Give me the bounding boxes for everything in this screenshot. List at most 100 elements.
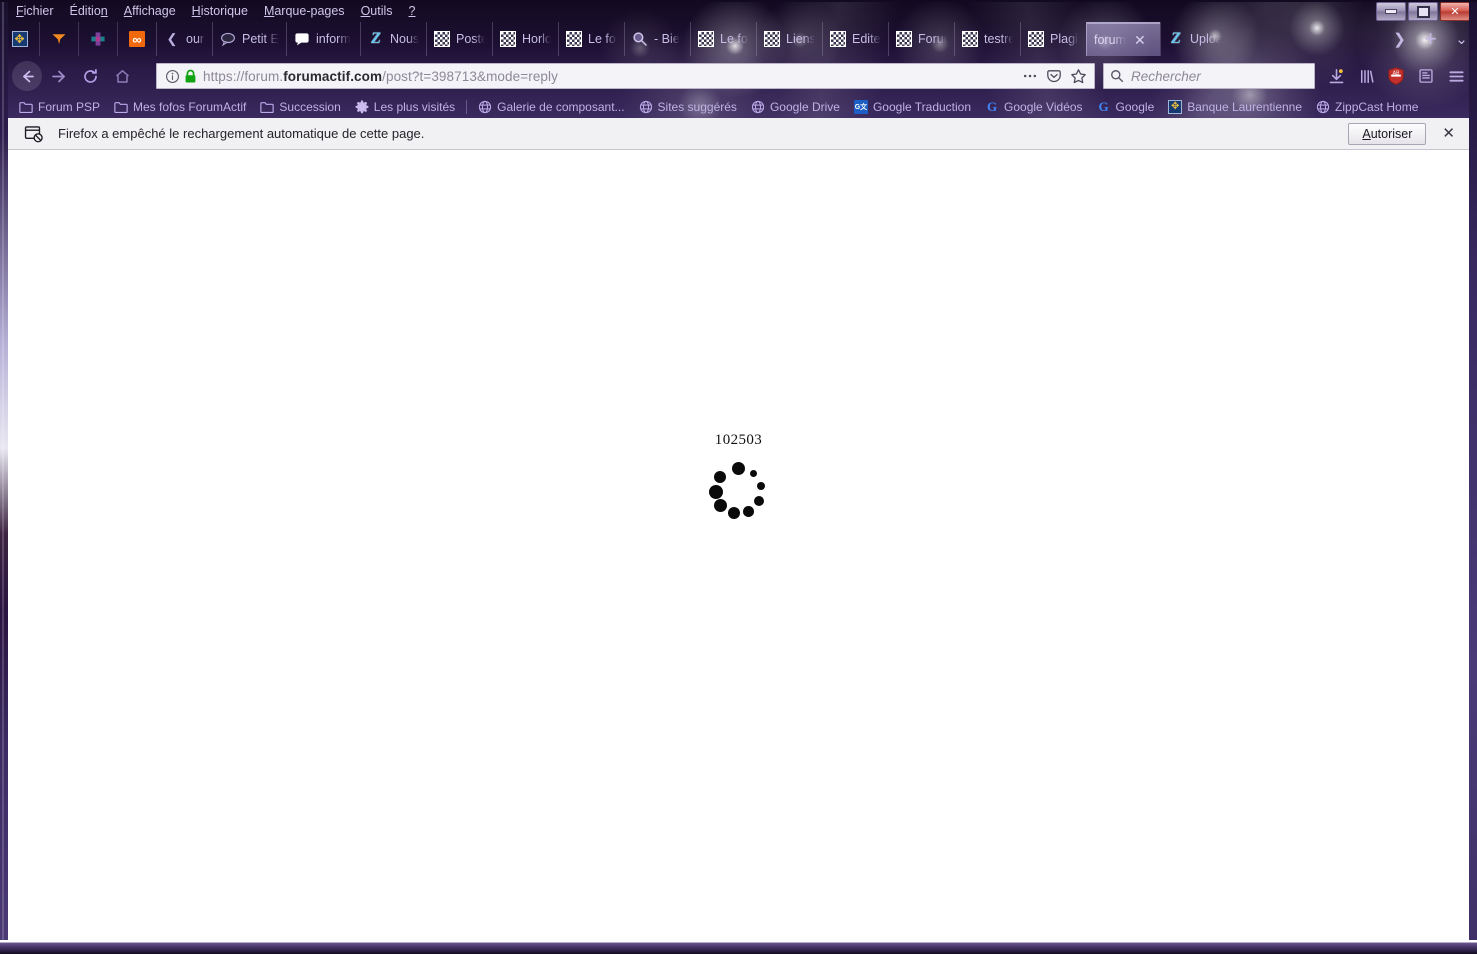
tab-item[interactable]: Plagia [1020, 22, 1086, 56]
notification-message: Firefox a empêché le rechargement automa… [58, 126, 425, 141]
window-border-left [0, 0, 8, 954]
menu-item-fichier[interactable]: Fichier [8, 2, 62, 21]
cross-favicon [90, 31, 106, 47]
tab-item[interactable]: Edite [822, 22, 888, 56]
bookmark-star-button[interactable] [1066, 64, 1090, 88]
menu-item-historique[interactable]: Historique [184, 2, 256, 21]
maximize-button[interactable] [1408, 2, 1438, 21]
allow-autoreload-button[interactable]: Autoriser [1348, 122, 1427, 145]
bookmark-item[interactable]: Mes fofos ForumActif [107, 98, 253, 116]
menu-accel: A [123, 3, 133, 18]
star-icon [1070, 68, 1086, 83]
bookmark-item[interactable]: Banque Laurentienne [1161, 98, 1309, 116]
bookmark-item[interactable]: G Google Vidéos [978, 98, 1090, 116]
menu-item-marque-pages[interactable]: Marque-pages [256, 2, 353, 21]
checker-favicon [434, 31, 450, 47]
zoho-favicon [368, 31, 384, 47]
tab-item[interactable]: testre [954, 22, 1020, 56]
menu-item-dition[interactable]: Édition [62, 2, 116, 21]
tab-item[interactable]: - Bie [624, 22, 690, 56]
library-icon[interactable] [1351, 61, 1381, 91]
bookmark-item[interactable]: G文 Google Traduction [847, 98, 978, 116]
tab-label: Edite [852, 32, 881, 46]
close-tab-button[interactable]: ✕ [1132, 33, 1148, 47]
pinned-tab-3[interactable] [78, 22, 117, 56]
bookmark-item[interactable]: ZippCast Home [1309, 98, 1425, 116]
tab-item[interactable]: Le fof [558, 22, 624, 56]
folder-icon [19, 100, 33, 114]
tab-active[interactable]: forum ✕ [1086, 22, 1160, 56]
bookmark-item[interactable]: Les plus visités [348, 98, 462, 116]
google-g-icon: G [986, 99, 998, 114]
speech-bubble-light-icon [294, 31, 310, 47]
downloads-icon[interactable] [1321, 61, 1351, 91]
minimize-button[interactable] [1376, 2, 1406, 21]
folder-icon [260, 100, 275, 114]
pinned-tabs [0, 22, 156, 56]
close-window-button[interactable]: ✕ [1440, 2, 1470, 21]
svg-text:AB: AB [1393, 71, 1400, 77]
google-g-icon: G [1098, 99, 1109, 114]
tab-item[interactable]: Forum [888, 22, 954, 56]
back-button[interactable] [12, 61, 42, 91]
close-notification-button[interactable]: ✕ [1436, 126, 1461, 141]
tab-label: Plagia [1050, 32, 1079, 46]
globe-icon [1316, 100, 1330, 114]
scroll-tabs-right-button[interactable]: ❯ [1384, 22, 1415, 56]
tab-item[interactable]: Uploa [1160, 22, 1228, 56]
forward-button[interactable] [42, 60, 74, 92]
checker-favicon [1028, 31, 1044, 47]
tab-item[interactable]: ourri [156, 22, 212, 56]
bookmark-item[interactable]: Galerie de composant... [471, 98, 631, 116]
window-top-border [0, 0, 1477, 2]
tab-list: ourri Petit E inform Nous Poster Horloc Le fof… [156, 22, 1384, 56]
blocked-reload-icon [24, 125, 43, 142]
pocket-icon [1047, 70, 1061, 83]
window-controls: ✕ [1376, 2, 1470, 21]
menu-item-outils[interactable]: Outils [353, 2, 401, 21]
bookmark-label: Forum PSP [38, 100, 101, 114]
chevron-left-icon [164, 31, 180, 47]
url-bar[interactable]: https://forum.forumactif.com/post?t=3987… [156, 63, 1095, 89]
checker-favicon [698, 31, 714, 47]
bookmark-label: ZippCast Home [1335, 100, 1419, 114]
search-bar[interactable]: Rechercher [1103, 63, 1315, 89]
save-to-pocket-button[interactable] [1042, 64, 1066, 88]
tab-item[interactable]: Petit E [212, 22, 286, 56]
bookmark-item[interactable]: Google Drive [744, 98, 847, 116]
magnifier-favicon [632, 31, 648, 47]
bookmark-item[interactable]: G Google [1090, 98, 1162, 116]
tab-item[interactable]: Le fof [690, 22, 756, 56]
infinity-favicon [129, 31, 145, 47]
folder-icon [114, 100, 128, 114]
tab-item[interactable]: Nous [360, 22, 426, 56]
tab-label: Petit E [242, 32, 279, 46]
tab-item[interactable]: Horloc [492, 22, 558, 56]
checker-favicon [764, 31, 780, 47]
bookmark-item[interactable]: Sites suggérés [632, 98, 744, 116]
tab-item[interactable]: Poster [426, 22, 492, 56]
tab-item[interactable]: inform [286, 22, 360, 56]
menu-item-affichage[interactable]: Affichage [116, 2, 184, 21]
reload-arrow-icon [83, 68, 97, 83]
menu-item-[interactable]: ? [401, 2, 424, 21]
hamburger-menu-icon[interactable] [1441, 61, 1471, 91]
reader-view-icon[interactable] [1411, 61, 1441, 91]
new-tab-button[interactable]: + [1415, 22, 1446, 56]
url-text[interactable]: https://forum.forumactif.com/post?t=3987… [203, 69, 1018, 84]
pinned-tab-2[interactable] [39, 22, 78, 56]
bookmark-item[interactable]: Succession [253, 98, 347, 116]
reload-button[interactable] [74, 60, 106, 92]
page-actions-button[interactable] [1018, 64, 1042, 88]
pinned-tab-4[interactable] [117, 22, 156, 56]
tab-label: Le fof [720, 32, 749, 46]
search-input-placeholder[interactable]: Rechercher [1131, 69, 1201, 84]
site-identity[interactable] [161, 69, 203, 84]
tab-item[interactable]: Liens [756, 22, 822, 56]
checker-favicon [896, 31, 912, 47]
bookmark-label: Succession [279, 100, 341, 114]
home-button[interactable] [106, 60, 138, 92]
adblock-shield-icon[interactable]: AB [1381, 61, 1411, 91]
bookmark-item[interactable]: Forum PSP [12, 98, 107, 116]
close-icon: ✕ [1450, 5, 1460, 18]
